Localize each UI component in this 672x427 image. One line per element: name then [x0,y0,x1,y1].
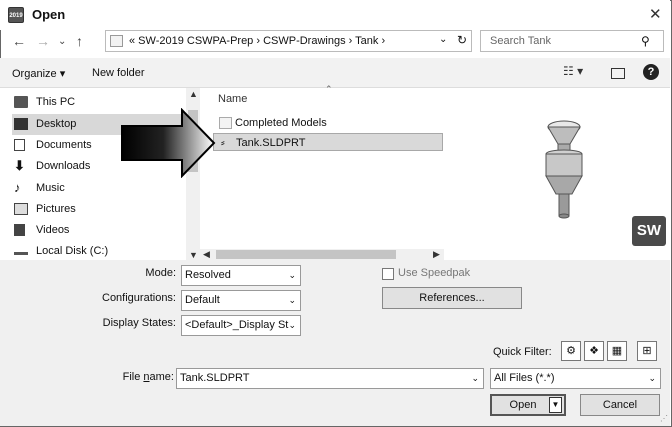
display-states-value: <Default>_Display St [185,319,289,331]
open-button-label: Open [509,399,537,411]
dialog-title: Open [32,7,66,22]
display-states-select[interactable]: <Default>_Display St ⌄ [181,315,301,336]
help-icon[interactable]: ? [643,64,659,80]
part-file-icon: ⸗ [221,137,225,149]
sidebar-item-label: Desktop [36,118,77,130]
file-type-select[interactable]: All Files (*.*) ⌄ [490,368,661,389]
refresh-icon[interactable]: ↻ [457,33,467,47]
cancel-button[interactable]: Cancel [580,394,660,416]
search-input[interactable]: Search Tank ⚲ [480,30,664,52]
sidebar-item-label: Local Disk (C:) [36,245,109,257]
documents-icon [14,139,25,151]
quick-filter-label: Quick Filter: [493,346,552,358]
recent-locations-button[interactable]: ⌄ [58,36,66,47]
desktop-icon [14,118,28,130]
file-name-label-prefix: File [122,371,144,383]
scroll-left-icon[interactable]: ◀ [203,249,210,260]
address-bar[interactable]: « SW-2019 CSWPA-Prep › CSWP-Drawings › T… [105,30,472,52]
search-placeholder: Search Tank [490,35,551,47]
column-header-name[interactable]: Name [218,93,247,105]
resize-grip-icon[interactable]: ⋰ [660,414,668,423]
file-name-label-suffix: ame: [149,371,174,383]
filter-top-level-assemblies-icon[interactable]: ⊞ [637,341,657,361]
scroll-right-icon[interactable]: ▶ [433,249,440,260]
file-name: Completed Models [235,117,327,129]
sidebar-item-pictures[interactable]: Pictures [12,199,184,220]
downloads-icon: ⬇ [14,158,25,173]
chevron-down-icon: ⌄ [288,295,296,305]
close-icon[interactable]: ✕ [649,5,662,23]
mode-value: Resolved [185,269,231,281]
solidworks-app-icon: 2019 [8,7,24,23]
folder-icon [110,35,123,47]
organize-button[interactable]: Organize ▾ [12,67,65,80]
file-row-completed-models[interactable]: Completed Models [213,114,443,132]
chevron-down-icon: ⌄ [288,320,296,330]
horizontal-scroll-thumb[interactable] [216,250,396,259]
chevron-down-icon[interactable]: ⌄ [471,369,479,388]
file-name-label: File name: [110,371,174,383]
file-name-input[interactable]: Tank.SLDPRT ⌄ [176,368,484,389]
breadcrumb[interactable]: « SW-2019 CSWPA-Prep › CSWP-Drawings › T… [129,35,385,47]
chevron-down-icon: ⌄ [288,270,296,280]
sidebar-item-label: Pictures [36,203,76,215]
configurations-select[interactable]: Default ⌄ [181,290,301,311]
computer-icon [14,96,28,108]
filter-assemblies-icon[interactable]: ❖ [584,341,604,361]
configurations-value: Default [185,294,220,306]
folder-icon [219,117,232,129]
file-name-value: Tank.SLDPRT [180,372,250,384]
open-options-dropdown[interactable]: ▼ [549,397,562,413]
filter-parts-icon[interactable]: ⚙ [561,341,581,361]
pictures-icon [14,203,28,215]
mode-label: Mode: [145,267,176,279]
solidworks-logo: SW [632,216,666,246]
scroll-down-icon[interactable]: ▼ [189,250,198,260]
references-button[interactable]: References... [382,287,522,309]
mode-select[interactable]: Resolved ⌄ [181,265,301,286]
chevron-down-icon[interactable]: ⌄ [439,34,447,45]
callout-arrow [121,108,216,178]
forward-button[interactable]: → [36,33,50,49]
file-name: Tank.SLDPRT [236,137,306,149]
back-button[interactable]: ← [12,33,26,49]
scroll-up-icon[interactable]: ▲ [189,89,198,99]
sidebar-item-label: Music [36,182,65,194]
sidebar-item-videos[interactable]: Videos [12,220,184,241]
use-speedpak-label: Use Speedpak [398,267,471,279]
command-toolbar: Organize ▾ New folder ☷ ▾ ? [0,58,670,88]
videos-icon [14,224,25,236]
use-speedpak-checkbox[interactable] [382,268,394,280]
display-states-label: Display States: [102,317,176,329]
file-row-tank-sldprt[interactable]: ⸗ Tank.SLDPRT [213,133,443,151]
title-bar: 2019 Open ✕ [0,0,670,30]
sidebar-item-label: Downloads [36,160,91,172]
sort-ascending-icon: ⌃ [325,84,333,94]
preview-pane: SW [444,88,670,260]
tank-part-preview [545,120,583,219]
music-icon: ♪ [14,180,21,195]
up-button[interactable]: ↑ [76,33,83,49]
sidebar-item-local-disk[interactable]: Local Disk (C:) [12,241,184,262]
chevron-down-icon: ⌄ [648,373,656,383]
new-folder-button[interactable]: New folder [92,67,145,79]
file-type-value: All Files (*.*) [494,372,555,384]
sidebar-item-label: Documents [36,139,92,151]
sidebar-item-music[interactable]: ♪ Music [12,178,184,199]
open-button[interactable]: Open ▼ [490,394,566,416]
local-disk-icon [14,245,28,255]
preview-pane-icon[interactable] [611,68,625,79]
search-icon: ⚲ [641,34,650,48]
view-options-icon[interactable]: ☷ ▾ [563,64,583,78]
configurations-label: Configurations: [102,292,176,304]
sidebar-item-label: Videos [36,224,70,236]
filter-drawings-icon[interactable]: ▦ [607,341,627,361]
sidebar-item-label: This PC [36,96,76,108]
